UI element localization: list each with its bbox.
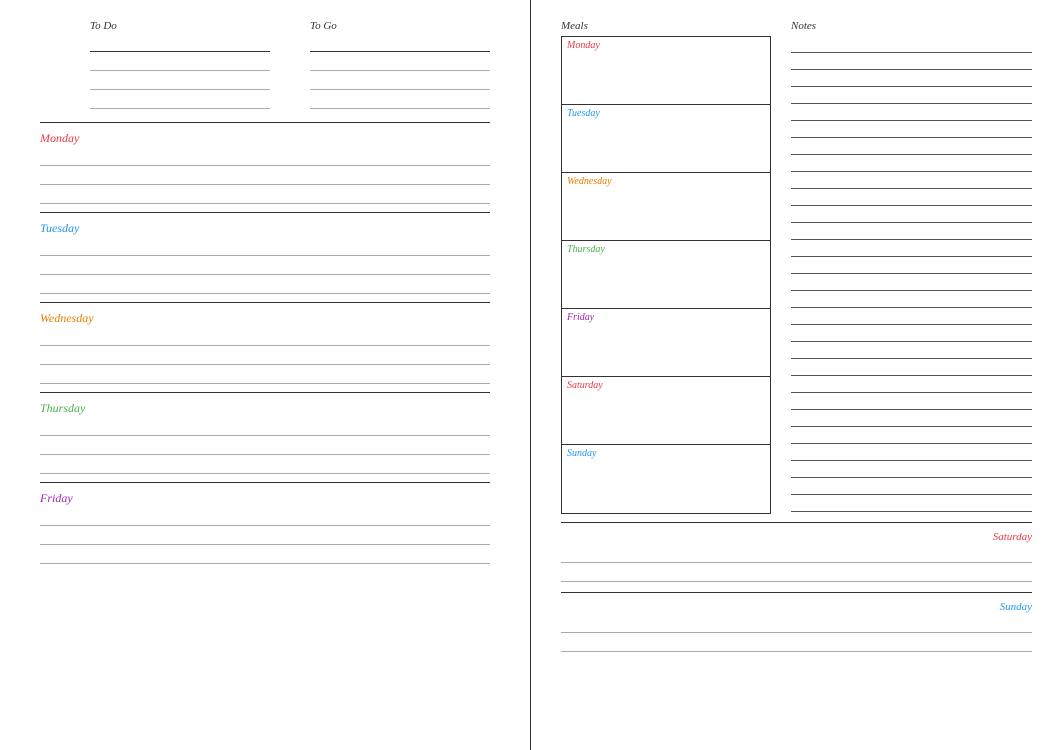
bottom-sunday-section: Sunday bbox=[561, 601, 1032, 652]
divider-thursday bbox=[40, 482, 490, 483]
bottom-sunday-label: Sunday bbox=[561, 601, 1032, 613]
meal-day-thursday: Thursday bbox=[567, 244, 765, 255]
notes-block-saturday bbox=[791, 376, 1032, 444]
day-label-thursday: Thursday bbox=[40, 401, 490, 416]
todo-column: To Do bbox=[90, 20, 270, 112]
meal-day-tuesday: Tuesday bbox=[567, 108, 765, 119]
notes-title: Notes bbox=[791, 20, 1032, 32]
day-label-monday: Monday bbox=[40, 131, 490, 146]
meal-day-saturday: Saturday bbox=[567, 380, 765, 391]
day-section-thursday: Thursday bbox=[40, 401, 490, 474]
divider-wednesday bbox=[40, 392, 490, 393]
notes-block-monday bbox=[791, 36, 1032, 104]
meal-row-monday: Monday bbox=[562, 37, 770, 105]
day-label-tuesday: Tuesday bbox=[40, 221, 490, 236]
bottom-saturday-section: Saturday bbox=[561, 531, 1032, 582]
right-page: Meals Monday Tuesday Wednesday Thursday … bbox=[531, 0, 1062, 750]
togo-line-3[interactable] bbox=[310, 74, 490, 90]
meal-row-sunday: Sunday bbox=[562, 445, 770, 513]
right-top-section: Meals Monday Tuesday Wednesday Thursday … bbox=[561, 20, 1032, 514]
meal-row-tuesday: Tuesday bbox=[562, 105, 770, 173]
notes-section: Notes bbox=[781, 20, 1032, 514]
togo-column: To Go bbox=[310, 20, 490, 112]
meal-row-wednesday: Wednesday bbox=[562, 173, 770, 241]
meal-day-friday: Friday bbox=[567, 312, 765, 323]
meal-day-sunday: Sunday bbox=[567, 448, 765, 459]
todo-togo-section: To Do To Go bbox=[40, 20, 490, 112]
notes-block-sunday bbox=[791, 444, 1032, 512]
divider-monday bbox=[40, 212, 490, 213]
todo-title: To Do bbox=[90, 20, 270, 32]
meal-day-wednesday: Wednesday bbox=[567, 176, 765, 187]
day-section-monday: Monday bbox=[40, 131, 490, 204]
notes-block-friday bbox=[791, 308, 1032, 376]
togo-line-4[interactable] bbox=[310, 93, 490, 109]
meal-row-friday: Friday bbox=[562, 309, 770, 377]
day-section-wednesday: Wednesday bbox=[40, 311, 490, 384]
thursday-lines bbox=[40, 420, 490, 474]
day-label-wednesday: Wednesday bbox=[40, 311, 490, 326]
meals-table: Monday Tuesday Wednesday Thursday Friday… bbox=[561, 36, 771, 514]
todo-line-3[interactable] bbox=[90, 74, 270, 90]
todo-line-2[interactable] bbox=[90, 55, 270, 71]
divider-top bbox=[40, 122, 490, 123]
notes-block-tuesday bbox=[791, 104, 1032, 172]
togo-line-1[interactable] bbox=[310, 36, 490, 52]
togo-title: To Go bbox=[310, 20, 490, 32]
divider-bottom-meals bbox=[561, 522, 1032, 523]
meals-title: Meals bbox=[561, 20, 781, 32]
notes-block-thursday bbox=[791, 240, 1032, 308]
monday-lines bbox=[40, 150, 490, 204]
meal-row-thursday: Thursday bbox=[562, 241, 770, 309]
wednesday-lines bbox=[40, 330, 490, 384]
tuesday-lines bbox=[40, 240, 490, 294]
divider-tuesday bbox=[40, 302, 490, 303]
right-bottom-section: Saturday Sunday bbox=[561, 531, 1032, 652]
bottom-saturday-label: Saturday bbox=[561, 531, 1032, 543]
friday-lines bbox=[40, 510, 490, 564]
day-section-tuesday: Tuesday bbox=[40, 221, 490, 294]
togo-line-2[interactable] bbox=[310, 55, 490, 71]
day-label-friday: Friday bbox=[40, 491, 490, 506]
notes-block-wednesday bbox=[791, 172, 1032, 240]
left-page: To Do To Go Monday Tuesday bbox=[0, 0, 531, 750]
meal-row-saturday: Saturday bbox=[562, 377, 770, 445]
divider-saturday-sunday bbox=[561, 592, 1032, 593]
meal-day-monday: Monday bbox=[567, 40, 765, 51]
todo-line-1[interactable] bbox=[90, 36, 270, 52]
meals-section: Meals Monday Tuesday Wednesday Thursday … bbox=[561, 20, 781, 514]
todo-line-4[interactable] bbox=[90, 93, 270, 109]
day-section-friday: Friday bbox=[40, 491, 490, 564]
